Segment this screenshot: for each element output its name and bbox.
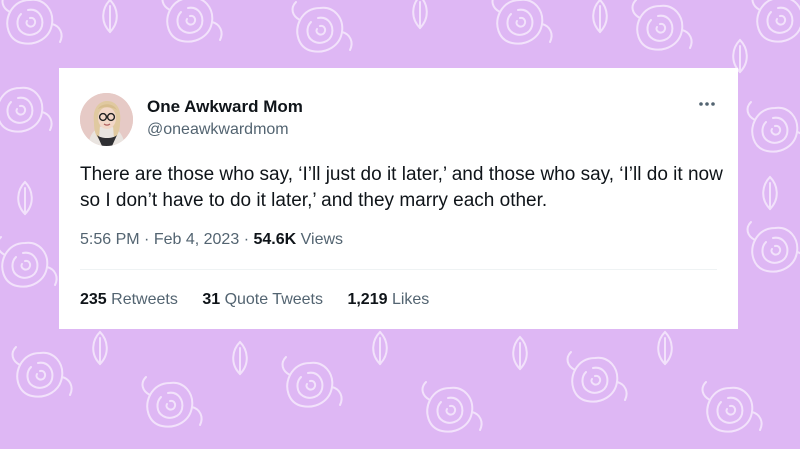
engagement-stats: 235 Retweets 31 Quote Tweets 1,219 Likes [80, 291, 449, 309]
tweet-card: One Awkward Mom @oneawkwardmom There are… [59, 68, 738, 329]
more-horizontal-icon [699, 102, 715, 106]
quote-tweets-stat[interactable]: 31 Quote Tweets [202, 291, 323, 309]
likes-label: Likes [391, 291, 430, 308]
avatar[interactable] [80, 93, 133, 146]
tweet-metadata: 5:56 PM · Feb 4, 2023 · 54.6K Views [80, 231, 343, 249]
meta-separator: · [243, 231, 250, 248]
author-handle[interactable]: @oneawkwardmom [147, 121, 289, 139]
more-options-button[interactable] [694, 94, 720, 114]
views-count: 54.6K [253, 231, 297, 248]
tweet-time[interactable]: 5:56 PM [80, 231, 140, 248]
quote-tweets-label: Quote Tweets [224, 291, 323, 308]
author-name[interactable]: One Awkward Mom [147, 97, 303, 117]
retweets-count: 235 [80, 291, 107, 308]
divider [80, 269, 717, 270]
quote-tweets-count: 31 [202, 291, 221, 308]
profile-photo-icon [80, 93, 133, 146]
meta-separator: · [144, 231, 150, 248]
retweets-stat[interactable]: 235 Retweets [80, 291, 178, 309]
tweet-text: There are those who say, ‘I’ll just do i… [80, 164, 723, 211]
likes-stat[interactable]: 1,219 Likes [347, 291, 429, 309]
retweets-label: Retweets [111, 291, 178, 308]
views-label: Views [300, 231, 344, 248]
likes-count: 1,219 [347, 291, 388, 308]
tweet-date[interactable]: Feb 4, 2023 [154, 231, 239, 248]
